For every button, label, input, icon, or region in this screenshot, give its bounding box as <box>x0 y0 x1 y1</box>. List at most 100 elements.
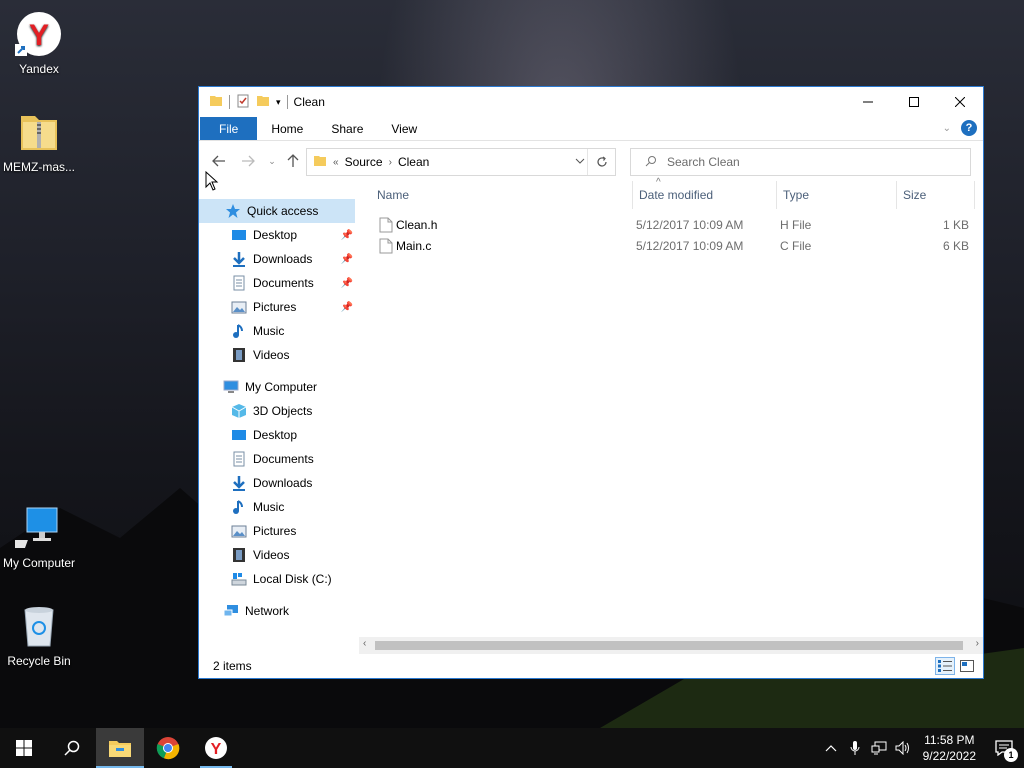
back-arrow-icon[interactable] <box>207 149 231 173</box>
details-view-icon[interactable] <box>935 657 955 675</box>
desktop-icon-yandex[interactable]: Y Yandex <box>0 10 78 76</box>
column-header-size[interactable]: Size <box>897 181 975 209</box>
nav-label: Desktop <box>253 428 298 442</box>
file-name: Main.c <box>396 239 432 253</box>
network-status-icon[interactable] <box>867 741 891 755</box>
column-header-date-modified[interactable]: Date modified <box>633 181 777 209</box>
music-note-icon <box>231 499 247 515</box>
file-icon <box>379 238 393 257</box>
file-icon <box>379 217 393 236</box>
search-box[interactable]: Search Clean <box>630 148 971 176</box>
nav-label: Pictures <box>253 300 297 314</box>
tab-view[interactable]: View <box>377 117 431 140</box>
file-row[interactable]: Main.c 5/12/2017 10:09 AM C File 6 KB <box>373 236 973 257</box>
music-note-icon <box>231 323 247 339</box>
yandex-icon: Y <box>205 737 227 759</box>
nav-local-disk[interactable]: Local Disk (C:) <box>199 567 355 591</box>
nav-label: Downloads <box>253 252 313 266</box>
taskbar-chrome[interactable] <box>144 728 192 768</box>
tab-home[interactable]: Home <box>257 117 317 140</box>
desktop-icon-my-computer[interactable]: My Computer <box>0 504 78 570</box>
search-button[interactable] <box>48 728 96 768</box>
nav-music[interactable]: Music <box>199 495 355 519</box>
up-arrow-icon[interactable] <box>281 149 305 173</box>
status-bar: 2 items <box>199 654 983 678</box>
nav-label: Documents <box>253 276 314 290</box>
pin-icon[interactable]: 📌 <box>341 230 353 241</box>
horizontal-scrollbar[interactable]: ‹ › <box>359 637 983 654</box>
file-name: Clean.h <box>396 218 438 232</box>
folder-icon <box>209 94 223 111</box>
file-row[interactable]: Clean.h 5/12/2017 10:09 AM H File 1 KB <box>373 215 973 236</box>
pin-icon[interactable]: 📌 <box>341 302 353 313</box>
nav-documents[interactable]: Documents <box>199 447 355 471</box>
new-folder-icon[interactable] <box>256 94 270 111</box>
download-arrow-icon <box>231 251 247 267</box>
notification-badge: 1 <box>1004 748 1018 762</box>
start-button[interactable] <box>0 728 48 768</box>
scrollbar-thumb[interactable] <box>375 641 963 650</box>
refresh-icon[interactable] <box>587 149 615 175</box>
maximize-button[interactable] <box>891 87 937 117</box>
taskbar-file-explorer[interactable] <box>96 728 144 768</box>
nav-videos[interactable]: Videos <box>199 543 355 567</box>
minimize-button[interactable] <box>845 87 891 117</box>
pin-icon[interactable]: 📌 <box>341 254 353 265</box>
desktop-icon-recycle-bin[interactable]: Recycle Bin <box>0 602 78 668</box>
customize-toolbar-icon[interactable]: ▾ <box>276 97 281 108</box>
scroll-left-icon[interactable]: ‹ <box>363 638 366 649</box>
nav-downloads[interactable]: Downloads <box>199 471 355 495</box>
large-icons-view-icon[interactable] <box>957 657 977 675</box>
tab-share[interactable]: Share <box>317 117 377 140</box>
nav-quick-pictures[interactable]: Pictures 📌 <box>199 295 355 319</box>
scroll-right-icon[interactable]: › <box>976 638 979 649</box>
volume-icon[interactable] <box>891 741 915 755</box>
overflow-crumb[interactable]: « <box>333 157 339 168</box>
nav-desktop[interactable]: Desktop <box>199 423 355 447</box>
microphone-icon[interactable] <box>843 740 867 756</box>
column-header-type[interactable]: Type <box>777 181 897 209</box>
taskbar-yandex[interactable]: Y <box>192 728 240 768</box>
nav-label: Documents <box>253 452 314 466</box>
address-bar[interactable]: « Source › Clean <box>306 148 616 176</box>
nav-quick-music[interactable]: Music <box>199 319 355 343</box>
forward-arrow-icon[interactable] <box>236 149 260 173</box>
nav-quick-documents[interactable]: Documents 📌 <box>199 271 355 295</box>
file-explorer-icon <box>109 741 131 757</box>
column-header-name[interactable]: Name <box>371 181 633 209</box>
tab-file[interactable]: File <box>200 117 258 140</box>
nav-network[interactable]: Network <box>199 599 355 623</box>
nav-quick-videos[interactable]: Videos <box>199 343 355 367</box>
breadcrumb-clean[interactable]: Clean <box>398 155 429 169</box>
desktop-icon-label: Yandex <box>19 62 59 76</box>
expand-ribbon-icon[interactable]: ⌄ <box>943 123 951 134</box>
ribbon-tabs: File Home Share View ⌄ ? <box>199 117 983 141</box>
clock-date: 9/22/2022 <box>922 749 976 763</box>
nav-quick-desktop[interactable]: Desktop 📌 <box>199 223 355 247</box>
breadcrumb-separator-icon[interactable]: › <box>389 157 392 168</box>
help-icon[interactable]: ? <box>961 120 977 136</box>
document-icon <box>231 275 247 291</box>
properties-icon[interactable] <box>236 94 250 111</box>
computer-icon <box>223 379 239 395</box>
file-date: 5/12/2017 10:09 AM <box>636 218 744 232</box>
file-type: H File <box>780 218 812 232</box>
document-icon <box>231 451 247 467</box>
nav-quick-access[interactable]: Quick access <box>199 199 355 223</box>
nav-my-computer[interactable]: My Computer <box>199 375 355 399</box>
show-hidden-icons-chevron-icon[interactable] <box>819 744 843 752</box>
title-bar: ▾ Clean <box>199 87 983 117</box>
close-button[interactable] <box>937 87 983 117</box>
nav-pictures[interactable]: Pictures <box>199 519 355 543</box>
address-dropdown-icon[interactable] <box>575 155 585 169</box>
nav-quick-downloads[interactable]: Downloads 📌 <box>199 247 355 271</box>
nav-3d-objects[interactable]: 3D Objects <box>199 399 355 423</box>
clock[interactable]: 11:58 PM 9/22/2022 <box>915 732 984 764</box>
nav-label: Pictures <box>253 524 297 538</box>
window-controls <box>845 87 983 117</box>
pin-icon[interactable]: 📌 <box>341 278 353 289</box>
action-center-button[interactable]: 1 <box>984 728 1024 768</box>
yandex-icon: Y <box>15 10 63 58</box>
desktop-icon-memz-folder[interactable]: MEMZ-mas... <box>0 108 78 174</box>
breadcrumb-source[interactable]: Source <box>345 155 383 169</box>
